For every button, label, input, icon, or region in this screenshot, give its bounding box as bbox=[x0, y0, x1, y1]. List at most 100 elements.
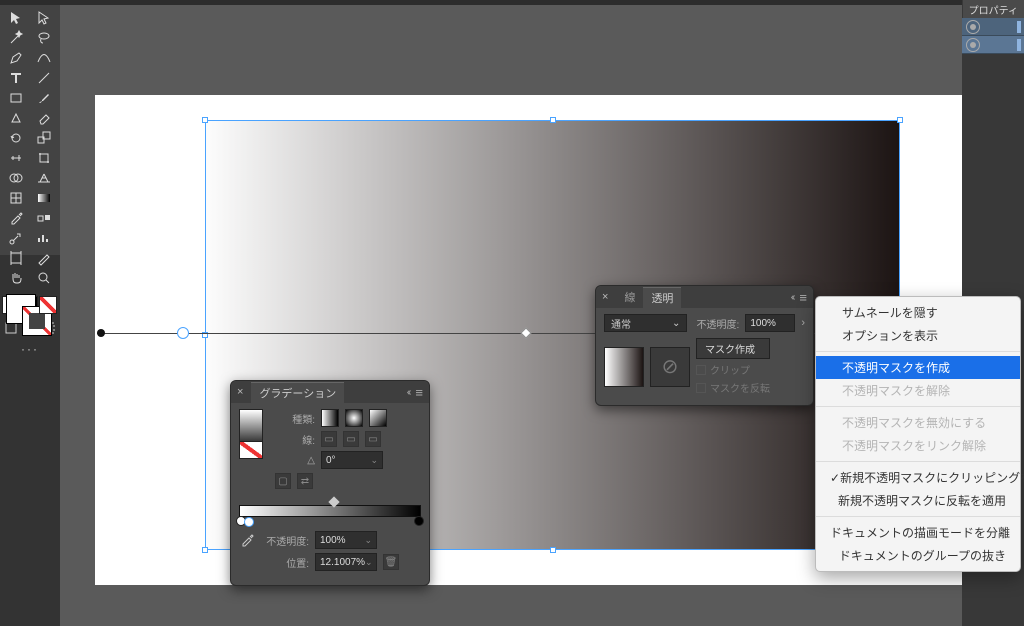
panel-menu-icon[interactable]: ≡ bbox=[415, 385, 423, 400]
close-icon[interactable]: × bbox=[602, 291, 608, 303]
menu-hide-thumbnails[interactable]: サムネールを隠す bbox=[816, 301, 1020, 324]
clip-checkbox[interactable]: クリップ bbox=[696, 362, 770, 377]
chevron-down-icon[interactable]: ⌄ bbox=[370, 455, 378, 466]
symbol-sprayer-tool[interactable] bbox=[2, 228, 30, 248]
layer-row[interactable] bbox=[962, 36, 1024, 54]
angle-icon: △ bbox=[275, 455, 315, 466]
visibility-icon[interactable] bbox=[966, 20, 980, 34]
gradient-stop-selected[interactable] bbox=[244, 517, 254, 527]
stroke-along-button[interactable]: ▭ bbox=[343, 431, 359, 447]
menu-new-mask-invert[interactable]: 新規不透明マスクに反転を適用 bbox=[816, 489, 1020, 512]
width-tool[interactable] bbox=[2, 148, 30, 168]
menu-isolate-blending[interactable]: ドキュメントの描画モードを分離 bbox=[816, 521, 1020, 544]
angle-field[interactable]: 0° ⌄ bbox=[321, 451, 383, 469]
menu-separator bbox=[816, 516, 1020, 517]
panel-header[interactable]: × グラデーション ‹‹ ≡ bbox=[231, 381, 429, 403]
reverse-gradient-button[interactable]: ⇄ bbox=[297, 473, 313, 489]
panel-menu-icon[interactable]: ≡ bbox=[799, 290, 807, 305]
menu-knockout-group[interactable]: ドキュメントのグループの抜き bbox=[816, 544, 1020, 567]
stop-location-field[interactable]: 12.1007% ⌄ bbox=[315, 553, 377, 571]
menu-label: 不透明マスクをリンク解除 bbox=[842, 437, 986, 454]
mask-thumbnail[interactable]: ⊘ bbox=[650, 347, 690, 387]
gradient-stroke-preview[interactable] bbox=[239, 441, 263, 459]
line-tool[interactable] bbox=[30, 68, 58, 88]
chevron-down-icon[interactable]: ⌄ bbox=[364, 535, 372, 546]
opacity-label: 不透明度: bbox=[693, 316, 739, 331]
direct-selection-tool[interactable] bbox=[30, 8, 58, 28]
gradient-tool[interactable] bbox=[30, 188, 58, 208]
delete-stop-button[interactable]: 🗑 bbox=[383, 554, 399, 570]
chevron-down-icon[interactable]: ⌄ bbox=[365, 557, 373, 568]
paintbrush-tool[interactable] bbox=[30, 88, 58, 108]
column-graph-tool[interactable] bbox=[30, 228, 58, 248]
selection-handle[interactable] bbox=[897, 117, 903, 123]
type-label: 種類: bbox=[275, 411, 315, 426]
selection-handle[interactable] bbox=[202, 117, 208, 123]
aspect-lock-button[interactable]: ▢ bbox=[275, 473, 291, 489]
type-tool[interactable] bbox=[2, 68, 30, 88]
scale-tool[interactable] bbox=[30, 128, 58, 148]
menu-make-opacity-mask[interactable]: 不透明マスクを作成 bbox=[816, 356, 1020, 379]
blend-tool[interactable] bbox=[30, 208, 58, 228]
gradient-stop-black[interactable] bbox=[414, 516, 424, 526]
gradient-origin-handle[interactable] bbox=[97, 329, 105, 337]
artboard-tool[interactable] bbox=[2, 248, 30, 268]
panel-header[interactable]: × 線 透明 ‹‹ ≡ bbox=[596, 286, 813, 308]
layer-row[interactable] bbox=[962, 18, 1024, 36]
visibility-icon[interactable] bbox=[966, 38, 980, 52]
slice-tool[interactable] bbox=[30, 248, 58, 268]
blend-mode-select[interactable]: 通常 ⌄ bbox=[604, 314, 687, 332]
pen-tool[interactable] bbox=[2, 48, 30, 68]
stroke-tab[interactable]: 線 bbox=[616, 287, 643, 307]
gradient-tab[interactable]: グラデーション bbox=[251, 382, 344, 403]
collapse-icon[interactable]: ‹‹ bbox=[791, 292, 794, 303]
eyedropper-tool[interactable] bbox=[2, 208, 30, 228]
collapse-icon[interactable]: ‹‹ bbox=[407, 387, 410, 398]
menu-show-options[interactable]: オプションを表示 bbox=[816, 324, 1020, 347]
gradient-stop-handle[interactable] bbox=[177, 327, 189, 339]
linear-gradient-button[interactable] bbox=[321, 409, 339, 427]
selection-tool[interactable] bbox=[2, 8, 30, 28]
invert-mask-checkbox[interactable]: マスクを反転 bbox=[696, 380, 770, 395]
selection-handle[interactable] bbox=[550, 547, 556, 553]
gradient-midpoint[interactable] bbox=[328, 496, 339, 507]
menu-label: ドキュメントの描画モードを分離 bbox=[830, 524, 1010, 541]
rotate-tool[interactable] bbox=[2, 128, 30, 148]
gradient-slider[interactable] bbox=[239, 505, 421, 517]
tools-panel: ··· bbox=[0, 5, 60, 255]
radial-gradient-button[interactable] bbox=[345, 409, 363, 427]
close-icon[interactable]: × bbox=[237, 386, 243, 398]
properties-tab[interactable]: プロパティ bbox=[963, 0, 1024, 19]
perspective-grid-tool[interactable] bbox=[30, 168, 58, 188]
free-transform-tool[interactable] bbox=[30, 148, 58, 168]
stop-opacity-field[interactable]: 100% ⌄ bbox=[315, 531, 377, 549]
magic-wand-tool[interactable] bbox=[2, 28, 30, 48]
selection-handle[interactable] bbox=[202, 547, 208, 553]
eyedropper-icon[interactable] bbox=[239, 532, 255, 548]
toolbar-edit[interactable]: ··· bbox=[2, 342, 58, 356]
rectangle-tool[interactable] bbox=[2, 88, 30, 108]
lasso-tool[interactable] bbox=[30, 28, 58, 48]
none-mode[interactable] bbox=[39, 296, 57, 314]
artwork-thumbnail[interactable] bbox=[604, 347, 644, 387]
freeform-gradient-button[interactable] bbox=[369, 409, 387, 427]
curvature-tool[interactable] bbox=[30, 48, 58, 68]
eraser-tool[interactable] bbox=[30, 108, 58, 128]
shaper-tool[interactable] bbox=[2, 108, 30, 128]
transparency-tab[interactable]: 透明 bbox=[643, 287, 681, 308]
gradient-panel: × グラデーション ‹‹ ≡ 種類: 線: ▭ ▭ ▭ bbox=[230, 380, 430, 586]
opacity-field[interactable]: 100% bbox=[745, 314, 795, 332]
shape-builder-tool[interactable] bbox=[2, 168, 30, 188]
mesh-tool[interactable] bbox=[2, 188, 30, 208]
hand-tool[interactable] bbox=[2, 268, 30, 288]
menu-label: 不透明マスクを無効にする bbox=[842, 414, 986, 431]
make-mask-button[interactable]: マスク作成 bbox=[696, 338, 770, 359]
menu-new-mask-clip[interactable]: ✓新規不透明マスクにクリッピングを適用 bbox=[816, 466, 1020, 489]
selection-handle[interactable] bbox=[550, 117, 556, 123]
menu-label: オプションを表示 bbox=[842, 327, 938, 344]
chevron-right-icon[interactable]: › bbox=[801, 317, 805, 329]
zoom-tool[interactable] bbox=[30, 268, 58, 288]
stroke-within-button[interactable]: ▭ bbox=[321, 431, 337, 447]
invert-label: マスクを反転 bbox=[710, 380, 770, 395]
stroke-across-button[interactable]: ▭ bbox=[365, 431, 381, 447]
